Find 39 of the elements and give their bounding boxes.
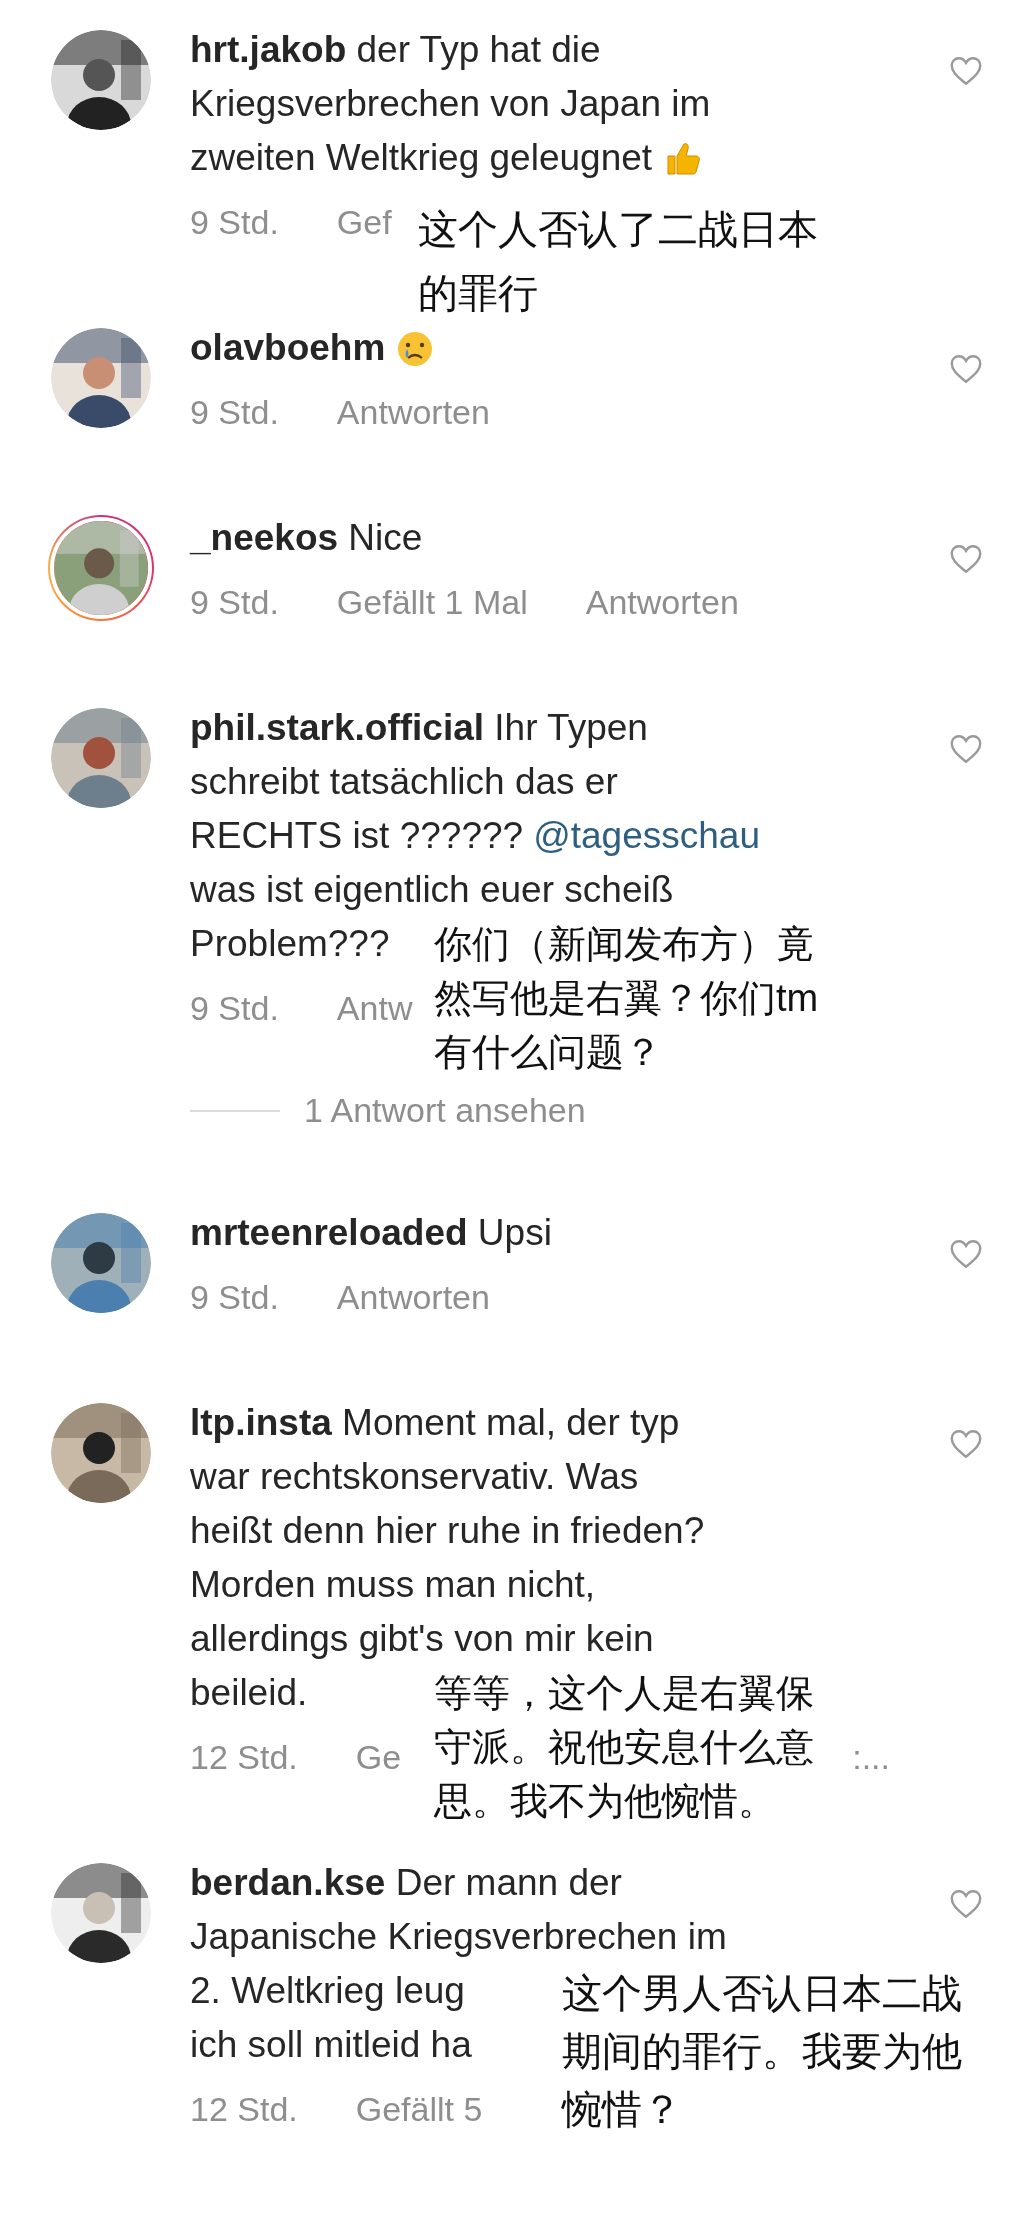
comment-text: hrt.jakob der Typ hat die [190,29,601,71]
comment-text: war rechtskonservativ. Was [190,1456,639,1498]
timestamp: 12 Std. [190,2089,298,2130]
comment-text: heißt denn hier ruhe in frieden? [190,1510,705,1552]
timestamp: 9 Std. [190,582,279,623]
comment-text: Morden muss man nicht, [190,1564,596,1606]
comment-text: olavboehm [190,327,386,369]
timestamp: 9 Std. [190,392,279,433]
timestamp: 9 Std. [190,202,279,243]
comment-action[interactable]: Gef [336,199,392,245]
comment-action[interactable]: Antworten [336,1274,490,1320]
comment-action[interactable]: Antworten [585,579,739,625]
comment-text: mrteenreloaded Upsi [190,1212,552,1254]
comment-text: RECHTS ist ?????? [190,815,524,857]
comment-text: Problem??? [190,923,390,965]
mention-link[interactable]: @tagesschau [533,815,760,857]
comment-action[interactable]: Gefällt 1 Mal [336,579,528,625]
timestamp: 9 Std. [190,1277,279,1318]
timestamp: 9 Std. [190,988,279,1029]
comment-action[interactable]: Gefällt 5 [355,2086,483,2132]
comment-text: berdan.kse Der mann der [190,1862,622,1904]
comment-text: _neekos Nice [190,517,423,559]
comment-text: Japanische Kriegsverbrechen im [190,1916,727,1958]
timestamp: 12 Std. [190,1737,298,1778]
comment-text: ich soll mitleid ha [190,2024,472,2066]
comment-text: was ist eigentlich euer scheiß [190,869,674,911]
comment-text: Kriegsverbrechen von Japan im [190,83,711,125]
comment-action[interactable]: Antw [336,985,413,1031]
comment-action[interactable]: Ge [355,1734,402,1780]
view-replies-link[interactable]: 1 Antwort ansehen [304,1091,586,1130]
comment-text: 2. Weltkrieg leug [190,1970,465,2012]
comment-action[interactable]: Antworten [336,389,490,435]
comment-text: phil.stark.official Ihr Typen [190,707,648,749]
comment-text: ltp.insta Moment mal, der typ [190,1402,680,1444]
comment-text: beileid. [190,1672,308,1714]
comment-text: zweiten Weltkrieg geleugnet [190,137,653,179]
comment-text: schreibt tatsächlich das er [190,761,618,803]
comment-action[interactable]: :... [852,1734,890,1780]
comment-text: allerdings gibt's von mir kein [190,1618,654,1660]
